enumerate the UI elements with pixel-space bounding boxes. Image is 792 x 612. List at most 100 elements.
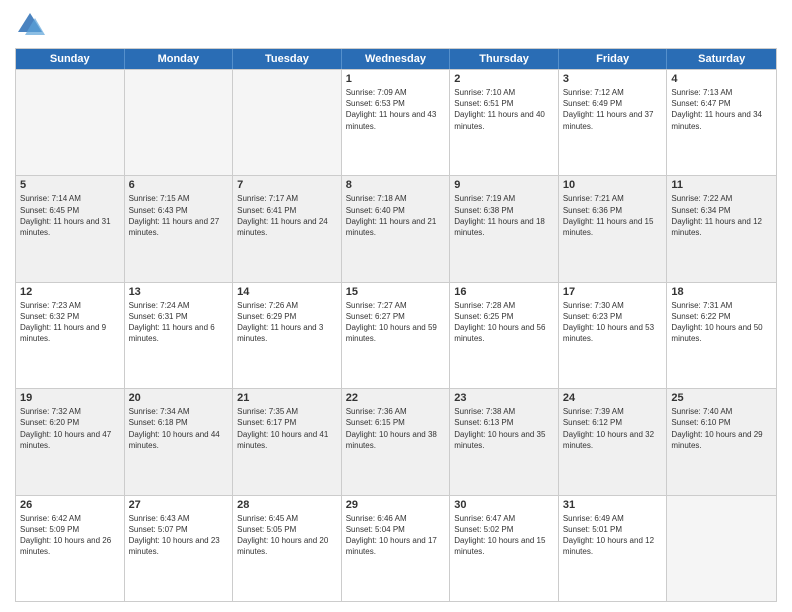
day-info: Sunrise: 7:39 AM Sunset: 6:12 PM Dayligh… (563, 406, 663, 451)
cal-cell-day-22: 22 Sunrise: 7:36 AM Sunset: 6:15 PM Dayli… (342, 389, 451, 494)
cal-cell-day-8: 8 Sunrise: 7:18 AM Sunset: 6:40 PM Daylig… (342, 176, 451, 281)
day-info: Sunrise: 7:24 AM Sunset: 6:31 PM Dayligh… (129, 300, 229, 345)
day-info: Sunrise: 7:14 AM Sunset: 6:45 PM Dayligh… (20, 193, 120, 238)
day-info: Sunrise: 7:27 AM Sunset: 6:27 PM Dayligh… (346, 300, 446, 345)
day-number: 16 (454, 286, 554, 298)
day-info: Sunrise: 7:21 AM Sunset: 6:36 PM Dayligh… (563, 193, 663, 238)
day-number: 3 (563, 73, 663, 85)
cal-week-5: 26 Sunrise: 6:42 AM Sunset: 5:09 PM Dayli… (16, 495, 776, 601)
cal-cell-day-19: 19 Sunrise: 7:32 AM Sunset: 6:20 PM Dayli… (16, 389, 125, 494)
day-info: Sunrise: 7:32 AM Sunset: 6:20 PM Dayligh… (20, 406, 120, 451)
day-number: 10 (563, 179, 663, 191)
cal-cell-empty (16, 70, 125, 175)
day-info: Sunrise: 7:09 AM Sunset: 6:53 PM Dayligh… (346, 87, 446, 132)
day-info: Sunrise: 6:46 AM Sunset: 5:04 PM Dayligh… (346, 513, 446, 558)
cal-cell-day-9: 9Sunrise: 7:19 AM Sunset: 6:38 PM Daylig… (450, 176, 559, 281)
day-number: 17 (563, 286, 663, 298)
cal-week-4: 19 Sunrise: 7:32 AM Sunset: 6:20 PM Dayli… (16, 388, 776, 494)
day-number: 29 (346, 499, 446, 511)
cal-week-2: 5 Sunrise: 7:14 AM Sunset: 6:45 PM Daylig… (16, 175, 776, 281)
day-number: 14 (237, 286, 337, 298)
cal-cell-day-6: 6 Sunrise: 7:15 AM Sunset: 6:43 PM Daylig… (125, 176, 234, 281)
day-info: Sunrise: 7:13 AM Sunset: 6:47 PM Dayligh… (671, 87, 772, 132)
day-number: 28 (237, 499, 337, 511)
cal-cell-day-25: 25Sunrise: 7:40 AM Sunset: 6:10 PM Dayli… (667, 389, 776, 494)
day-info: Sunrise: 7:22 AM Sunset: 6:34 PM Dayligh… (671, 193, 772, 238)
calendar-body: 1Sunrise: 7:09 AM Sunset: 6:53 PM Daylig… (16, 69, 776, 601)
day-info: Sunrise: 6:49 AM Sunset: 5:01 PM Dayligh… (563, 513, 663, 558)
day-number: 8 (346, 179, 446, 191)
day-info: Sunrise: 6:43 AM Sunset: 5:07 PM Dayligh… (129, 513, 229, 558)
cal-cell-day-21: 21 Sunrise: 7:35 AM Sunset: 6:17 PM Dayli… (233, 389, 342, 494)
day-number: 18 (671, 286, 772, 298)
page: SundayMondayTuesdayWednesdayThursdayFrid… (0, 0, 792, 612)
cal-cell-day-20: 20 Sunrise: 7:34 AM Sunset: 6:18 PM Dayli… (125, 389, 234, 494)
cal-cell-empty (667, 496, 776, 601)
cal-header-tuesday: Tuesday (233, 49, 342, 69)
calendar-header-row: SundayMondayTuesdayWednesdayThursdayFrid… (16, 49, 776, 69)
day-number: 26 (20, 499, 120, 511)
day-number: 7 (237, 179, 337, 191)
cal-header-friday: Friday (559, 49, 668, 69)
cal-header-sunday: Sunday (16, 49, 125, 69)
day-info: Sunrise: 7:17 AM Sunset: 6:41 PM Dayligh… (237, 193, 337, 238)
day-info: Sunrise: 7:23 AM Sunset: 6:32 PM Dayligh… (20, 300, 120, 345)
day-info: Sunrise: 6:47 AM Sunset: 5:02 PM Dayligh… (454, 513, 554, 558)
day-number: 5 (20, 179, 120, 191)
day-number: 19 (20, 392, 120, 404)
cal-header-thursday: Thursday (450, 49, 559, 69)
day-number: 22 (346, 392, 446, 404)
day-number: 30 (454, 499, 554, 511)
day-number: 9 (454, 179, 554, 191)
day-number: 6 (129, 179, 229, 191)
cal-cell-day-17: 17 Sunrise: 7:30 AM Sunset: 6:23 PM Dayli… (559, 283, 668, 388)
cal-cell-day-27: 27 Sunrise: 6:43 AM Sunset: 5:07 PM Dayli… (125, 496, 234, 601)
header (15, 10, 777, 40)
day-info: Sunrise: 7:38 AM Sunset: 6:13 PM Dayligh… (454, 406, 554, 451)
cal-cell-day-28: 28Sunrise: 6:45 AM Sunset: 5:05 PM Dayli… (233, 496, 342, 601)
day-number: 15 (346, 286, 446, 298)
day-info: Sunrise: 7:28 AM Sunset: 6:25 PM Dayligh… (454, 300, 554, 345)
day-info: Sunrise: 7:26 AM Sunset: 6:29 PM Dayligh… (237, 300, 337, 345)
day-number: 12 (20, 286, 120, 298)
cal-cell-day-4: 4Sunrise: 7:13 AM Sunset: 6:47 PM Daylig… (667, 70, 776, 175)
cal-cell-day-16: 16 Sunrise: 7:28 AM Sunset: 6:25 PM Dayli… (450, 283, 559, 388)
cal-cell-day-7: 7 Sunrise: 7:17 AM Sunset: 6:41 PM Daylig… (233, 176, 342, 281)
cal-cell-day-10: 10 Sunrise: 7:21 AM Sunset: 6:36 PM Dayli… (559, 176, 668, 281)
cal-cell-day-15: 15 Sunrise: 7:27 AM Sunset: 6:27 PM Dayli… (342, 283, 451, 388)
day-info: Sunrise: 7:18 AM Sunset: 6:40 PM Dayligh… (346, 193, 446, 238)
logo (15, 10, 49, 40)
day-number: 31 (563, 499, 663, 511)
day-info: Sunrise: 7:31 AM Sunset: 6:22 PM Dayligh… (671, 300, 772, 345)
day-number: 27 (129, 499, 229, 511)
cal-cell-empty (233, 70, 342, 175)
cal-cell-day-18: 18 Sunrise: 7:31 AM Sunset: 6:22 PM Dayli… (667, 283, 776, 388)
day-number: 24 (563, 392, 663, 404)
cal-header-saturday: Saturday (667, 49, 776, 69)
day-info: Sunrise: 7:36 AM Sunset: 6:15 PM Dayligh… (346, 406, 446, 451)
day-info: Sunrise: 7:12 AM Sunset: 6:49 PM Dayligh… (563, 87, 663, 132)
day-info: Sunrise: 6:42 AM Sunset: 5:09 PM Dayligh… (20, 513, 120, 558)
day-number: 11 (671, 179, 772, 191)
cal-cell-day-11: 11 Sunrise: 7:22 AM Sunset: 6:34 PM Dayli… (667, 176, 776, 281)
day-info: Sunrise: 7:35 AM Sunset: 6:17 PM Dayligh… (237, 406, 337, 451)
day-info: Sunrise: 7:34 AM Sunset: 6:18 PM Dayligh… (129, 406, 229, 451)
day-info: Sunrise: 7:40 AM Sunset: 6:10 PM Dayligh… (671, 406, 772, 451)
day-number: 23 (454, 392, 554, 404)
day-number: 13 (129, 286, 229, 298)
logo-icon (15, 10, 45, 40)
cal-cell-day-12: 12 Sunrise: 7:23 AM Sunset: 6:32 PM Dayli… (16, 283, 125, 388)
cal-week-1: 1Sunrise: 7:09 AM Sunset: 6:53 PM Daylig… (16, 69, 776, 175)
cal-cell-day-31: 31 Sunrise: 6:49 AM Sunset: 5:01 PM Dayli… (559, 496, 668, 601)
cal-cell-day-23: 23 Sunrise: 7:38 AM Sunset: 6:13 PM Dayli… (450, 389, 559, 494)
day-info: Sunrise: 7:10 AM Sunset: 6:51 PM Dayligh… (454, 87, 554, 132)
cal-cell-day-29: 29 Sunrise: 6:46 AM Sunset: 5:04 PM Dayli… (342, 496, 451, 601)
cal-cell-day-24: 24 Sunrise: 7:39 AM Sunset: 6:12 PM Dayli… (559, 389, 668, 494)
day-info: Sunrise: 7:15 AM Sunset: 6:43 PM Dayligh… (129, 193, 229, 238)
day-info: Sunrise: 7:30 AM Sunset: 6:23 PM Dayligh… (563, 300, 663, 345)
cal-cell-day-3: 3 Sunrise: 7:12 AM Sunset: 6:49 PM Daylig… (559, 70, 668, 175)
day-number: 20 (129, 392, 229, 404)
day-number: 21 (237, 392, 337, 404)
cal-cell-day-26: 26 Sunrise: 6:42 AM Sunset: 5:09 PM Dayli… (16, 496, 125, 601)
cal-header-wednesday: Wednesday (342, 49, 451, 69)
